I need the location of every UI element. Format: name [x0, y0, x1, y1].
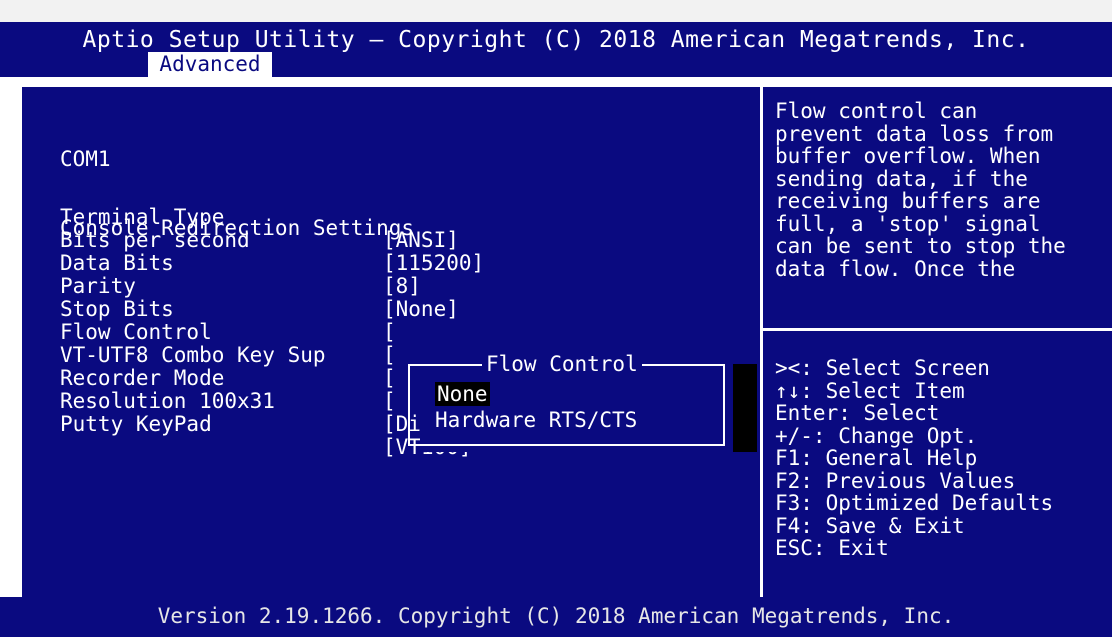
help-description: Flow control can prevent data loss from …: [775, 99, 1066, 281]
key-select-screen: ><: Select Screen: [775, 356, 990, 380]
setting-data-bits[interactable]: Data Bits [8]: [60, 229, 760, 298]
app-title: Aptio Setup Utility – Copyright (C) 2018…: [82, 27, 1030, 53]
section-port-label: COM1: [60, 147, 111, 171]
bios-screen: Aptio Setup Utility – Copyright (C) 2018…: [0, 0, 1112, 637]
key-save-exit: F4: Save & Exit: [775, 513, 965, 538]
setting-stop-bits[interactable]: Stop Bits [: [60, 275, 760, 344]
key-previous-values: F2: Previous Values: [775, 468, 1016, 493]
key-general-help: F1: General Help: [775, 446, 978, 470]
popup-shadow: [733, 364, 757, 452]
setting-bits-per-second[interactable]: Bits per second [115200]: [60, 206, 760, 275]
key-esc-exit: ESC: Exit: [775, 536, 889, 560]
key-optimized-defaults: F3: Optimized Defaults: [775, 491, 1054, 515]
popup-option-hardware-rts-cts[interactable]: Hardware RTS/CTS: [435, 408, 637, 432]
key-legend: ><: Select Screen ↑↓: Select Item Enter:…: [775, 357, 1109, 560]
header-bar: Aptio Setup Utility – Copyright (C) 2018…: [0, 22, 1112, 77]
setting-terminal-type[interactable]: Terminal Type [ANSI]: [60, 183, 760, 252]
setting-vt-utf8-combo-key[interactable]: VT-UTF8 Combo Key Sup [: [60, 321, 760, 390]
tab-advanced[interactable]: Advanced: [148, 52, 272, 77]
popup-title: Flow Control: [482, 352, 642, 376]
main-area: COM1 Console Redirection Settings Termin…: [0, 77, 1112, 597]
help-panel: Flow control can prevent data loss from …: [763, 87, 1112, 597]
setting-label: Putty KeyPad: [60, 412, 212, 436]
horizontal-divider: [763, 328, 1112, 331]
setting-parity[interactable]: Parity [None]: [60, 252, 760, 321]
popup-option-none[interactable]: None: [435, 382, 490, 406]
key-select-item: ↑↓: Select Item: [775, 378, 965, 403]
key-enter-select: Enter: Select: [775, 401, 940, 425]
footer-version: Version 2.19.1266. Copyright (C) 2018 Am…: [0, 597, 1112, 637]
top-margin: [0, 0, 1112, 22]
settings-panel: COM1 Console Redirection Settings Termin…: [22, 87, 760, 597]
key-change-opt: +/-: Change Opt.: [775, 423, 978, 448]
setting-flow-control[interactable]: Flow Control [: [60, 298, 760, 367]
